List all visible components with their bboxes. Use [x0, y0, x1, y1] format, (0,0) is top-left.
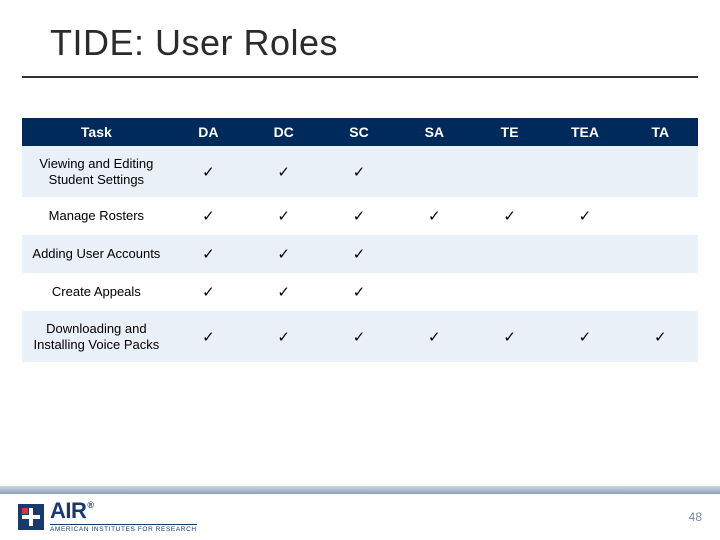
cell — [472, 235, 547, 273]
col-header-tea: TEA — [547, 118, 622, 146]
cell: ✓ — [397, 197, 472, 235]
col-header-sa: SA — [397, 118, 472, 146]
col-header-sc: SC — [321, 118, 396, 146]
task-cell: Viewing and Editing Student Settings — [22, 146, 171, 197]
col-header-te: TE — [472, 118, 547, 146]
table-row: Create Appeals ✓ ✓ ✓ — [22, 273, 698, 311]
cell — [623, 273, 698, 311]
check-icon: ✓ — [353, 208, 366, 225]
check-icon: ✓ — [353, 284, 366, 301]
cell: ✓ — [547, 197, 622, 235]
cell — [547, 146, 622, 197]
check-icon: ✓ — [428, 329, 441, 346]
cell: ✓ — [171, 235, 246, 273]
title-wrap: TIDE: User Roles — [0, 0, 720, 70]
cell: ✓ — [472, 311, 547, 362]
check-icon: ✓ — [202, 246, 215, 263]
col-header-ta: TA — [623, 118, 698, 146]
footer-stripe — [0, 486, 720, 494]
air-logo-icon — [18, 504, 44, 530]
cell: ✓ — [246, 273, 321, 311]
cell — [397, 235, 472, 273]
page-number: 48 — [689, 510, 702, 524]
table-row: Downloading and Installing Voice Packs ✓… — [22, 311, 698, 362]
page-title: TIDE: User Roles — [50, 22, 720, 64]
cell: ✓ — [321, 235, 396, 273]
cell: ✓ — [171, 311, 246, 362]
cell: ✓ — [321, 197, 396, 235]
cell: ✓ — [321, 273, 396, 311]
check-icon: ✓ — [277, 329, 290, 346]
slide: TIDE: User Roles Task DA DC SC SA TE TEA… — [0, 0, 720, 540]
table-body: Viewing and Editing Student Settings ✓ ✓… — [22, 146, 698, 362]
col-header-task: Task — [22, 118, 171, 146]
col-header-da: DA — [171, 118, 246, 146]
table-row: Manage Rosters ✓ ✓ ✓ ✓ ✓ ✓ — [22, 197, 698, 235]
cell — [472, 273, 547, 311]
check-icon: ✓ — [353, 246, 366, 263]
cell: ✓ — [547, 311, 622, 362]
check-icon: ✓ — [202, 208, 215, 225]
check-icon: ✓ — [277, 208, 290, 225]
check-icon: ✓ — [277, 246, 290, 263]
task-cell: Adding User Accounts — [22, 235, 171, 273]
check-icon: ✓ — [202, 329, 215, 346]
check-icon: ✓ — [579, 208, 592, 225]
check-icon: ✓ — [277, 284, 290, 301]
cell — [397, 146, 472, 197]
col-header-dc: DC — [246, 118, 321, 146]
cell: ✓ — [171, 197, 246, 235]
logo-sub: AMERICAN INSTITUTES FOR RESEARCH — [50, 524, 197, 534]
cell — [623, 235, 698, 273]
cell: ✓ — [171, 273, 246, 311]
task-cell: Manage Rosters — [22, 197, 171, 235]
logo-text: AIR ® AMERICAN INSTITUTES FOR RESEARCH — [50, 500, 197, 534]
table-header-row: Task DA DC SC SA TE TEA TA — [22, 118, 698, 146]
check-icon: ✓ — [277, 164, 290, 181]
cell — [623, 197, 698, 235]
air-logo: AIR ® AMERICAN INSTITUTES FOR RESEARCH — [18, 500, 197, 534]
table-wrap: Task DA DC SC SA TE TEA TA Viewing and E… — [0, 78, 720, 362]
roles-table: Task DA DC SC SA TE TEA TA Viewing and E… — [22, 118, 698, 362]
cell — [547, 235, 622, 273]
logo-registered: ® — [87, 501, 93, 510]
check-icon: ✓ — [353, 329, 366, 346]
task-cell: Downloading and Installing Voice Packs — [22, 311, 171, 362]
check-icon: ✓ — [428, 208, 441, 225]
cell: ✓ — [623, 311, 698, 362]
task-cell: Create Appeals — [22, 273, 171, 311]
cell: ✓ — [397, 311, 472, 362]
table-row: Adding User Accounts ✓ ✓ ✓ — [22, 235, 698, 273]
cell — [472, 146, 547, 197]
cell: ✓ — [246, 146, 321, 197]
check-icon: ✓ — [202, 284, 215, 301]
table-row: Viewing and Editing Student Settings ✓ ✓… — [22, 146, 698, 197]
check-icon: ✓ — [202, 164, 215, 181]
footer: AIR ® AMERICAN INSTITUTES FOR RESEARCH 4… — [0, 494, 720, 540]
cell — [547, 273, 622, 311]
check-icon: ✓ — [579, 329, 592, 346]
logo-main-text: AIR — [50, 500, 86, 522]
cell: ✓ — [246, 235, 321, 273]
cell: ✓ — [472, 197, 547, 235]
cell: ✓ — [321, 146, 396, 197]
check-icon: ✓ — [353, 164, 366, 181]
cell: ✓ — [171, 146, 246, 197]
cell: ✓ — [246, 197, 321, 235]
cell — [623, 146, 698, 197]
check-icon: ✓ — [503, 208, 516, 225]
check-icon: ✓ — [503, 329, 516, 346]
check-icon: ✓ — [654, 329, 667, 346]
cell — [397, 273, 472, 311]
cell: ✓ — [246, 311, 321, 362]
logo-main: AIR ® — [50, 500, 197, 522]
cell: ✓ — [321, 311, 396, 362]
